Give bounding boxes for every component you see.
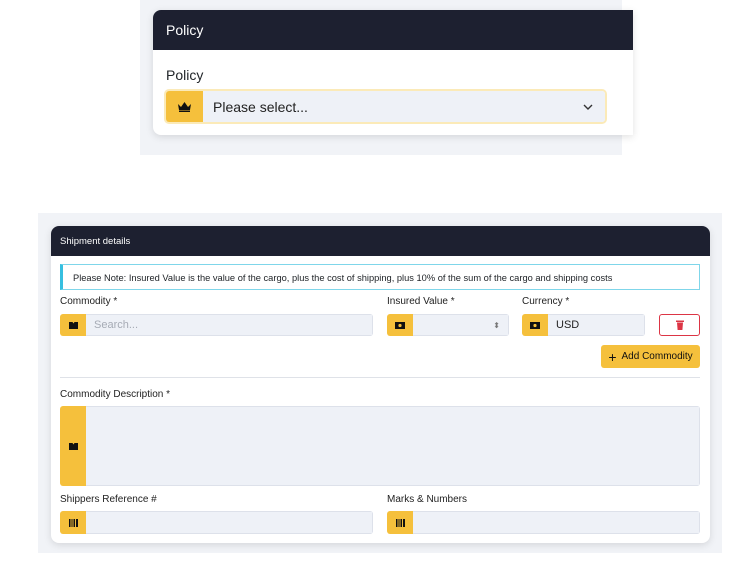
number-spinner-icon[interactable]: ⬍: [493, 321, 500, 330]
add-commodity-button[interactable]: + Add Commodity: [601, 345, 700, 368]
currency-value: USD: [548, 314, 645, 336]
box-icon: [60, 406, 86, 486]
currency-label: Currency *: [522, 296, 570, 307]
commodity-description-textarea[interactable]: [60, 406, 700, 486]
commodity-placeholder: Search...: [86, 314, 373, 336]
policy-select[interactable]: Please select...: [166, 91, 605, 122]
chevron-down-icon: [583, 104, 593, 110]
trash-icon: [675, 320, 684, 330]
marks-numbers-label: Marks & Numbers: [387, 494, 468, 505]
policy-label: Policy: [166, 67, 204, 83]
policy-select-value: Please select...: [213, 98, 308, 115]
insured-value-input[interactable]: ⬍: [387, 314, 509, 336]
shippers-reference-label: Shippers Reference #: [60, 494, 157, 505]
shipment-header: Shipment details: [51, 226, 710, 256]
money-bill-icon: [387, 314, 413, 336]
delete-commodity-button[interactable]: [659, 314, 700, 336]
commodity-search-input[interactable]: Search...: [60, 314, 373, 336]
marks-numbers-input[interactable]: [387, 511, 700, 534]
box-icon: [60, 314, 86, 336]
crown-icon: [166, 91, 203, 122]
divider: [60, 377, 700, 378]
shippers-reference-input[interactable]: [60, 511, 373, 534]
add-commodity-label: Add Commodity: [621, 351, 693, 362]
commodity-description-label: Commodity Description *: [60, 389, 171, 400]
barcode-icon: [60, 511, 86, 534]
policy-header: Policy: [153, 10, 633, 50]
insured-value-note: Please Note: Insured Value is the value …: [60, 264, 700, 290]
money-bill-icon: [522, 314, 548, 336]
plus-icon: +: [608, 348, 617, 365]
policy-card: Policy Policy Please select...: [153, 10, 633, 135]
currency-input[interactable]: USD: [522, 314, 645, 336]
commodity-label: Commodity *: [60, 296, 118, 307]
insured-value-label: Insured Value *: [387, 296, 455, 307]
barcode-icon: [387, 511, 413, 534]
